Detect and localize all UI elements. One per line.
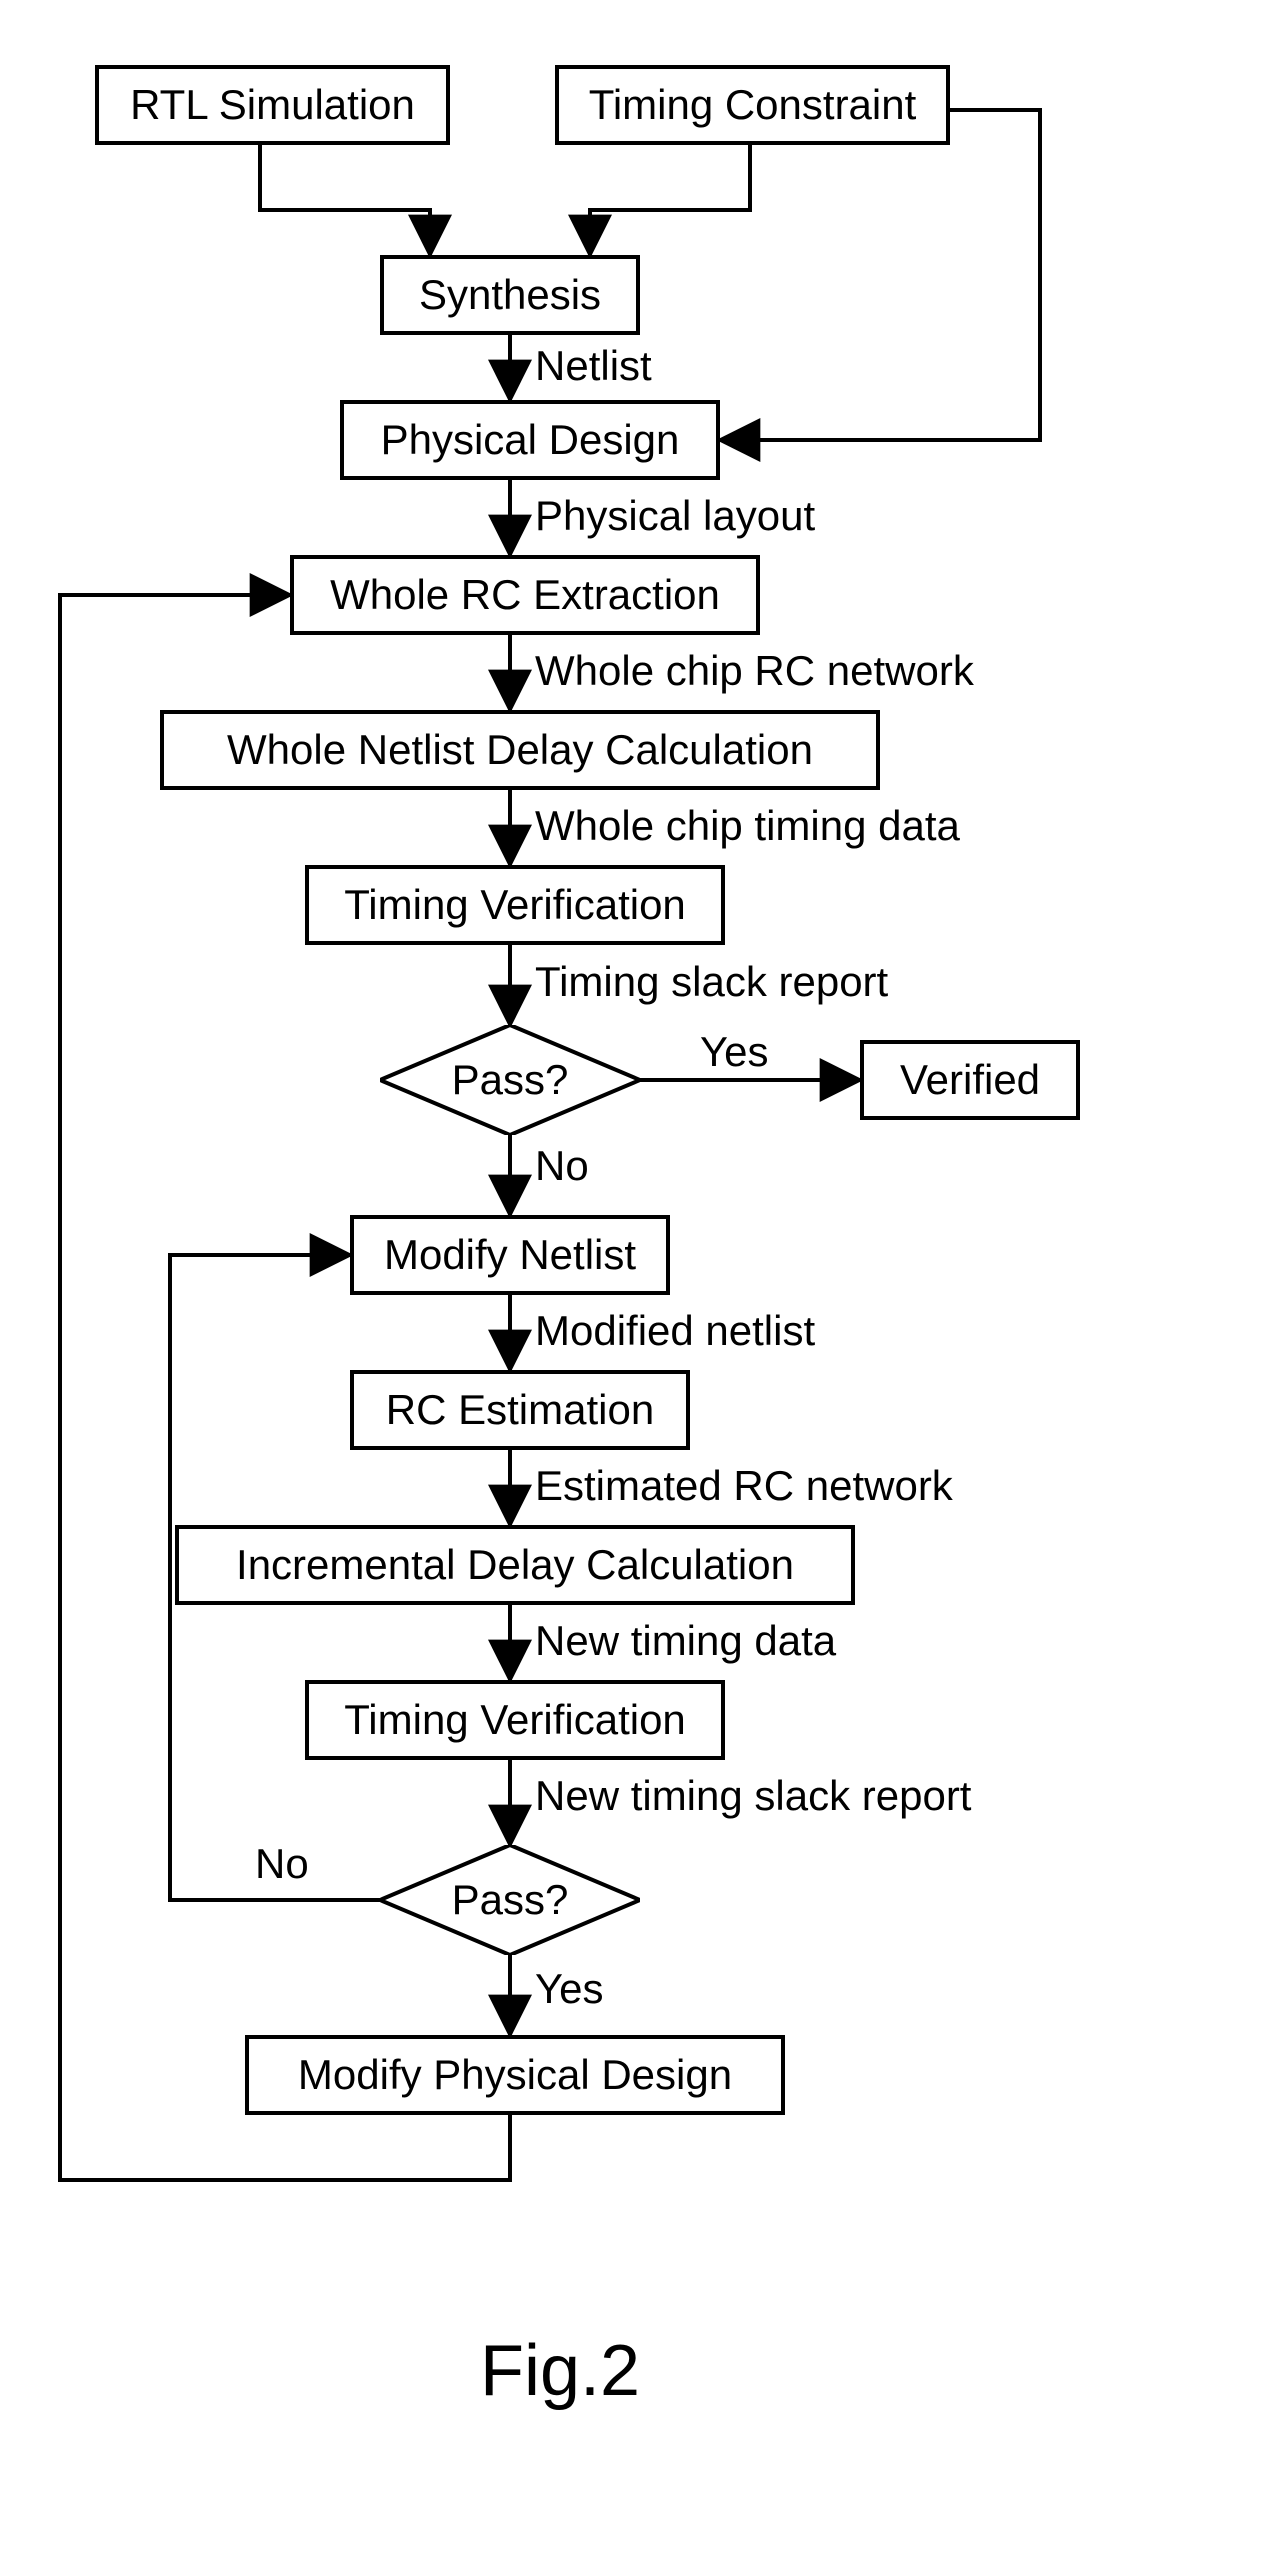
label: Whole Netlist Delay Calculation — [227, 726, 813, 774]
label: Whole RC Extraction — [330, 571, 720, 619]
figure-caption: Fig.2 — [480, 2330, 640, 2412]
node-whole-netlist-delay-calc: Whole Netlist Delay Calculation — [160, 710, 880, 790]
label: Pass? — [452, 1056, 569, 1104]
node-incremental-delay-calc: Incremental Delay Calculation — [175, 1525, 855, 1605]
edge-label-whole-timing: Whole chip timing data — [535, 802, 960, 850]
label: Physical Design — [381, 416, 680, 464]
flowchart-canvas: RTL Simulation Timing Constraint Synthes… — [0, 0, 1272, 2561]
node-modify-netlist: Modify Netlist — [350, 1215, 670, 1295]
node-pass-2: Pass? — [380, 1845, 640, 1955]
edge-label-no-1: No — [535, 1142, 589, 1190]
label: Timing Verification — [344, 881, 686, 929]
node-synthesis: Synthesis — [380, 255, 640, 335]
edge-label-yes-1: Yes — [700, 1028, 769, 1076]
label: Verified — [900, 1056, 1040, 1104]
node-verified: Verified — [860, 1040, 1080, 1120]
label: Pass? — [452, 1876, 569, 1924]
edge-label-slack-1: Timing slack report — [535, 958, 888, 1006]
edge-label-netlist: Netlist — [535, 342, 652, 390]
edge-label-est-rc: Estimated RC network — [535, 1462, 953, 1510]
node-whole-rc-extraction: Whole RC Extraction — [290, 555, 760, 635]
node-timing-constraint: Timing Constraint — [555, 65, 950, 145]
node-modify-physical-design: Modify Physical Design — [245, 2035, 785, 2115]
node-rc-estimation: RC Estimation — [350, 1370, 690, 1450]
edge-label-slack-2: New timing slack report — [535, 1772, 971, 1820]
label: Modify Netlist — [384, 1231, 636, 1279]
node-physical-design: Physical Design — [340, 400, 720, 480]
edge-label-whole-rc-net: Whole chip RC network — [535, 647, 974, 695]
node-rtl-simulation: RTL Simulation — [95, 65, 450, 145]
edge-label-physical-layout: Physical layout — [535, 492, 815, 540]
label: Synthesis — [419, 271, 601, 319]
node-timing-verification-1: Timing Verification — [305, 865, 725, 945]
node-timing-verification-2: Timing Verification — [305, 1680, 725, 1760]
label: RTL Simulation — [130, 81, 415, 129]
edge-label-new-timing: New timing data — [535, 1617, 836, 1665]
node-pass-1: Pass? — [380, 1025, 640, 1135]
label: Incremental Delay Calculation — [236, 1541, 794, 1589]
label: Timing Verification — [344, 1696, 686, 1744]
edge-label-modified-netlist: Modified netlist — [535, 1307, 815, 1355]
edge-label-yes-2: Yes — [535, 1965, 604, 2013]
label: Timing Constraint — [589, 81, 917, 129]
label: Modify Physical Design — [298, 2051, 732, 2099]
edge-label-no-2: No — [255, 1840, 309, 1888]
label: RC Estimation — [386, 1386, 654, 1434]
